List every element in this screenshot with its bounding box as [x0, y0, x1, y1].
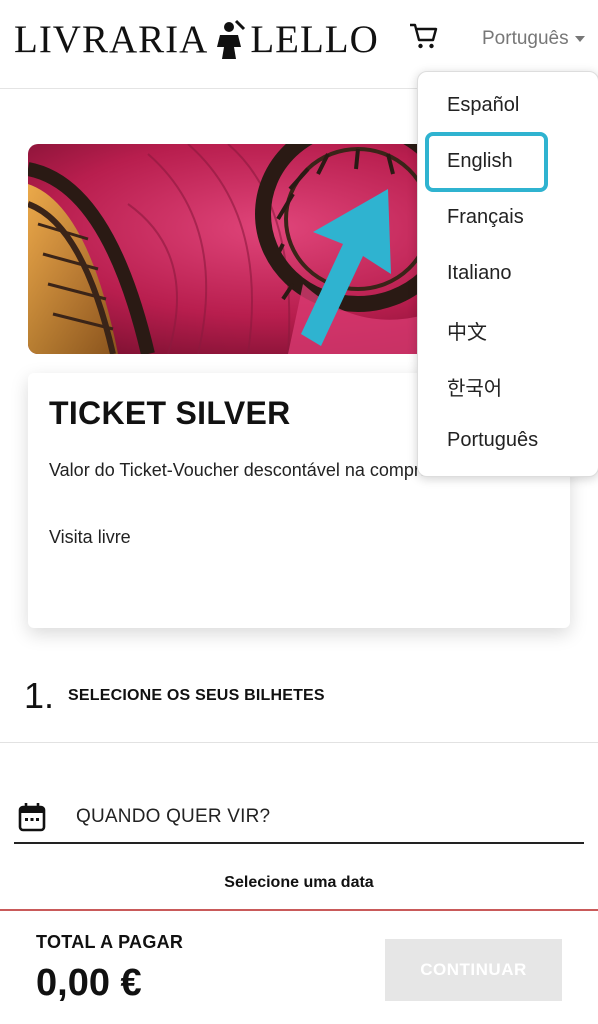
date-placeholder: QUANDO QUER VIR? — [76, 806, 271, 827]
calendar-icon — [18, 803, 46, 832]
total-value: 0,00 € — [36, 962, 142, 1004]
logo-text-right: LELLO — [250, 17, 379, 61]
cart-icon[interactable] — [408, 22, 438, 50]
arrow-pointer-icon — [301, 189, 391, 346]
logo-text-left: LIVRARIA — [14, 17, 209, 61]
language-option-ko[interactable]: 한국어 — [447, 372, 502, 401]
language-option-pt[interactable]: Português — [447, 429, 538, 452]
language-option-it[interactable]: Italiano — [447, 262, 512, 285]
date-picker-field[interactable]: QUANDO QUER VIR? — [14, 796, 584, 844]
step-label: SELECIONE OS SEUS BILHETES — [68, 687, 325, 704]
brand-logo[interactable]: LIVRARIA LELLO — [14, 16, 379, 62]
continue-button[interactable]: CONTINUAR — [385, 939, 562, 1001]
section-divider — [0, 742, 598, 743]
language-option-fr[interactable]: Français — [447, 206, 524, 229]
logo-figure-icon — [217, 19, 246, 59]
step-header: 1. SELECIONE OS SEUS BILHETES — [24, 675, 325, 717]
language-current: Português — [482, 28, 569, 49]
language-dropdown: Español English Français Italiano 中文 한국어… — [417, 71, 598, 477]
product-note: Visita livre — [49, 527, 131, 547]
language-option-es[interactable]: Español — [447, 94, 519, 117]
date-hint: Selecione uma data — [224, 874, 374, 891]
step-number: 1. — [24, 675, 55, 716]
footer-divider — [0, 909, 598, 911]
language-selector[interactable]: Português — [482, 28, 585, 50]
caret-down-icon — [574, 36, 585, 42]
total-label: TOTAL A PAGAR — [36, 932, 184, 952]
language-option-zh[interactable]: 中文 — [447, 316, 487, 345]
product-title: TICKET SILVER — [49, 395, 291, 431]
language-option-en[interactable]: English — [447, 150, 513, 173]
